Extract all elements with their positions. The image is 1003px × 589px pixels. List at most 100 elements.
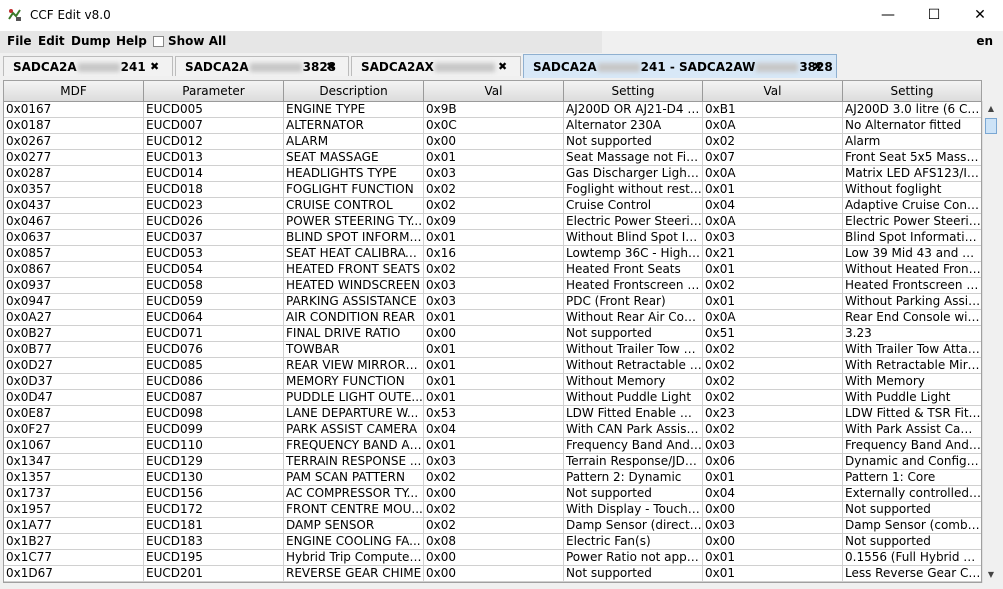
table-cell[interactable]: 0x03 bbox=[703, 230, 843, 246]
table-cell[interactable]: HEADLIGHTS TYPE bbox=[284, 166, 424, 182]
table-cell[interactable]: 0x01 bbox=[424, 390, 564, 406]
table-cell[interactable]: 0x1067 bbox=[4, 438, 144, 454]
table-cell[interactable]: With Memory bbox=[843, 374, 981, 390]
table-cell[interactable]: BLIND SPOT INFORMA... bbox=[284, 230, 424, 246]
table-cell[interactable]: Not supported bbox=[564, 486, 703, 502]
table-cell[interactable]: 0x21 bbox=[703, 246, 843, 262]
table-cell[interactable]: 0x0637 bbox=[4, 230, 144, 246]
table-row[interactable]: 0x0637 EUCD037 BLIND SPOT INFORMA... 0x01 Wi… bbox=[4, 230, 981, 246]
table-cell[interactable]: POWER STEERING TY... bbox=[284, 214, 424, 230]
table-cell[interactable]: Without Heated Front S... bbox=[843, 262, 981, 278]
table-cell[interactable]: Lowtemp 36C - Highte... bbox=[564, 246, 703, 262]
table-cell[interactable]: Less Reverse Gear Ch... bbox=[843, 566, 981, 582]
table-cell[interactable]: 0x0A bbox=[703, 118, 843, 134]
table-cell[interactable]: Electric Power Steering... bbox=[843, 214, 981, 230]
table-row[interactable]: 0x1347 EUCD129 TERRAIN RESPONSE ... 0x03 Ter… bbox=[4, 454, 981, 470]
table-cell[interactable]: 0x0187 bbox=[4, 118, 144, 134]
table-cell[interactable]: 0x03 bbox=[424, 278, 564, 294]
table-cell[interactable]: EUCD085 bbox=[144, 358, 284, 374]
table-cell[interactable]: 3.23 bbox=[843, 326, 981, 342]
table-cell[interactable]: Terrain Response/JDO... bbox=[564, 454, 703, 470]
table-cell[interactable]: PARK ASSIST CAMERA bbox=[284, 422, 424, 438]
table-cell[interactable]: EUCD023 bbox=[144, 198, 284, 214]
table-cell[interactable]: EUCD037 bbox=[144, 230, 284, 246]
table-cell[interactable]: 0x00 bbox=[424, 550, 564, 566]
table-cell[interactable]: Heated Frontscreen & ... bbox=[564, 278, 703, 294]
table-row[interactable]: 0x0B27 EUCD071 FINAL DRIVE RATIO 0x00 Not su… bbox=[4, 326, 981, 342]
column-header[interactable]: Setting bbox=[564, 81, 703, 102]
table-cell[interactable]: 0x1737 bbox=[4, 486, 144, 502]
table-cell[interactable]: 0x0867 bbox=[4, 262, 144, 278]
table-row[interactable]: 0x0467 EUCD026 POWER STEERING TY... 0x09 Ele… bbox=[4, 214, 981, 230]
table-cell[interactable]: Low 39 Mid 43 and Hig... bbox=[843, 246, 981, 262]
table-cell[interactable]: DAMP SENSOR bbox=[284, 518, 424, 534]
table-cell[interactable]: 0x0267 bbox=[4, 134, 144, 150]
table-cell[interactable]: 0x02 bbox=[424, 182, 564, 198]
menu-edit[interactable]: Edit bbox=[38, 34, 65, 48]
table-cell[interactable]: ENGINE COOLING FA... bbox=[284, 534, 424, 550]
table-cell[interactable]: EUCD129 bbox=[144, 454, 284, 470]
table-cell[interactable]: 0x08 bbox=[424, 534, 564, 550]
table-cell[interactable]: Rear End Console with... bbox=[843, 310, 981, 326]
table-cell[interactable]: With Puddle Light bbox=[843, 390, 981, 406]
table-cell[interactable]: ALTERNATOR bbox=[284, 118, 424, 134]
table-cell[interactable]: EUCD087 bbox=[144, 390, 284, 406]
table-cell[interactable]: 0x04 bbox=[703, 198, 843, 214]
menu-dump[interactable]: Dump bbox=[71, 34, 111, 48]
table-cell[interactable]: 0x02 bbox=[424, 518, 564, 534]
table-cell[interactable]: Not supported bbox=[564, 566, 703, 582]
table-cell[interactable]: EUCD071 bbox=[144, 326, 284, 342]
table-cell[interactable]: 0x0857 bbox=[4, 246, 144, 262]
table-row[interactable]: 0x0277 EUCD013 SEAT MASSAGE 0x01 Seat Massag… bbox=[4, 150, 981, 166]
table-cell[interactable]: PDC (Front Rear) bbox=[564, 294, 703, 310]
scroll-down-icon[interactable]: ▼ bbox=[983, 567, 999, 583]
table-cell[interactable]: 0x0437 bbox=[4, 198, 144, 214]
table-row[interactable]: 0x0267 EUCD012 ALARM 0x00 Not supported 0x02 A… bbox=[4, 134, 981, 150]
show-all-checkbox[interactable] bbox=[153, 36, 164, 47]
table-cell[interactable]: 0x03 bbox=[424, 294, 564, 310]
table-cell[interactable]: 0x0167 bbox=[4, 102, 144, 118]
table-cell[interactable]: EUCD172 bbox=[144, 502, 284, 518]
table-cell[interactable]: With CAN Park Assist ... bbox=[564, 422, 703, 438]
table-row[interactable]: 0x0437 EUCD023 CRUISE CONTROL 0x02 Cruise Co… bbox=[4, 198, 981, 214]
table-cell[interactable]: 0x1347 bbox=[4, 454, 144, 470]
table-cell[interactable]: FINAL DRIVE RATIO bbox=[284, 326, 424, 342]
table-cell[interactable]: ALARM bbox=[284, 134, 424, 150]
table-cell[interactable]: Without Puddle Light bbox=[564, 390, 703, 406]
table-cell[interactable]: 0x16 bbox=[424, 246, 564, 262]
column-header[interactable]: Setting bbox=[843, 81, 981, 102]
table-row[interactable]: 0x0D37 EUCD086 MEMORY FUNCTION 0x01 Without … bbox=[4, 374, 981, 390]
table-cell[interactable]: 0x0D37 bbox=[4, 374, 144, 390]
table-cell[interactable]: Without Trailer Tow Att... bbox=[564, 342, 703, 358]
table-cell[interactable]: Front Seat 5x5 Massag... bbox=[843, 150, 981, 166]
table-cell[interactable]: EUCD064 bbox=[144, 310, 284, 326]
table-cell[interactable]: 0x09 bbox=[424, 214, 564, 230]
table-cell[interactable]: 0x02 bbox=[424, 262, 564, 278]
table-cell[interactable]: Gas Discharger Lights ... bbox=[564, 166, 703, 182]
column-header[interactable]: Parameter bbox=[144, 81, 284, 102]
table-cell[interactable]: Seat Massage not Fitted bbox=[564, 150, 703, 166]
table-cell[interactable]: 0x04 bbox=[703, 486, 843, 502]
table-cell[interactable]: 0x23 bbox=[703, 406, 843, 422]
table-cell[interactable]: 0x02 bbox=[703, 278, 843, 294]
table-row[interactable]: 0x0F27 EUCD099 PARK ASSIST CAMERA 0x04 With … bbox=[4, 422, 981, 438]
table-cell[interactable]: Power Ratio not applic... bbox=[564, 550, 703, 566]
table-cell[interactable]: 0x0A bbox=[703, 310, 843, 326]
table-cell[interactable]: Not supported bbox=[564, 326, 703, 342]
table-cell[interactable]: 0x00 bbox=[424, 134, 564, 150]
table-cell[interactable]: 0x02 bbox=[703, 390, 843, 406]
column-header[interactable]: MDF bbox=[4, 81, 144, 102]
table-cell[interactable]: 0x01 bbox=[424, 374, 564, 390]
table-cell[interactable]: EUCD156 bbox=[144, 486, 284, 502]
table-cell[interactable]: EUCD012 bbox=[144, 134, 284, 150]
table-cell[interactable]: Pattern 2: Dynamic bbox=[564, 470, 703, 486]
table-cell[interactable]: Pattern 1: Core bbox=[843, 470, 981, 486]
table-cell[interactable]: EUCD053 bbox=[144, 246, 284, 262]
table-cell[interactable]: Alarm bbox=[843, 134, 981, 150]
table-cell[interactable]: SEAT HEAT CALIBRATI... bbox=[284, 246, 424, 262]
table-row[interactable]: 0x1B27 EUCD183 ENGINE COOLING FA... 0x08 Ele… bbox=[4, 534, 981, 550]
table-cell[interactable]: Heated Frontscreen only bbox=[843, 278, 981, 294]
table-cell[interactable]: 0x02 bbox=[703, 374, 843, 390]
table-cell[interactable]: 0x01 bbox=[703, 470, 843, 486]
table-cell[interactable]: 0x1D67 bbox=[4, 566, 144, 582]
